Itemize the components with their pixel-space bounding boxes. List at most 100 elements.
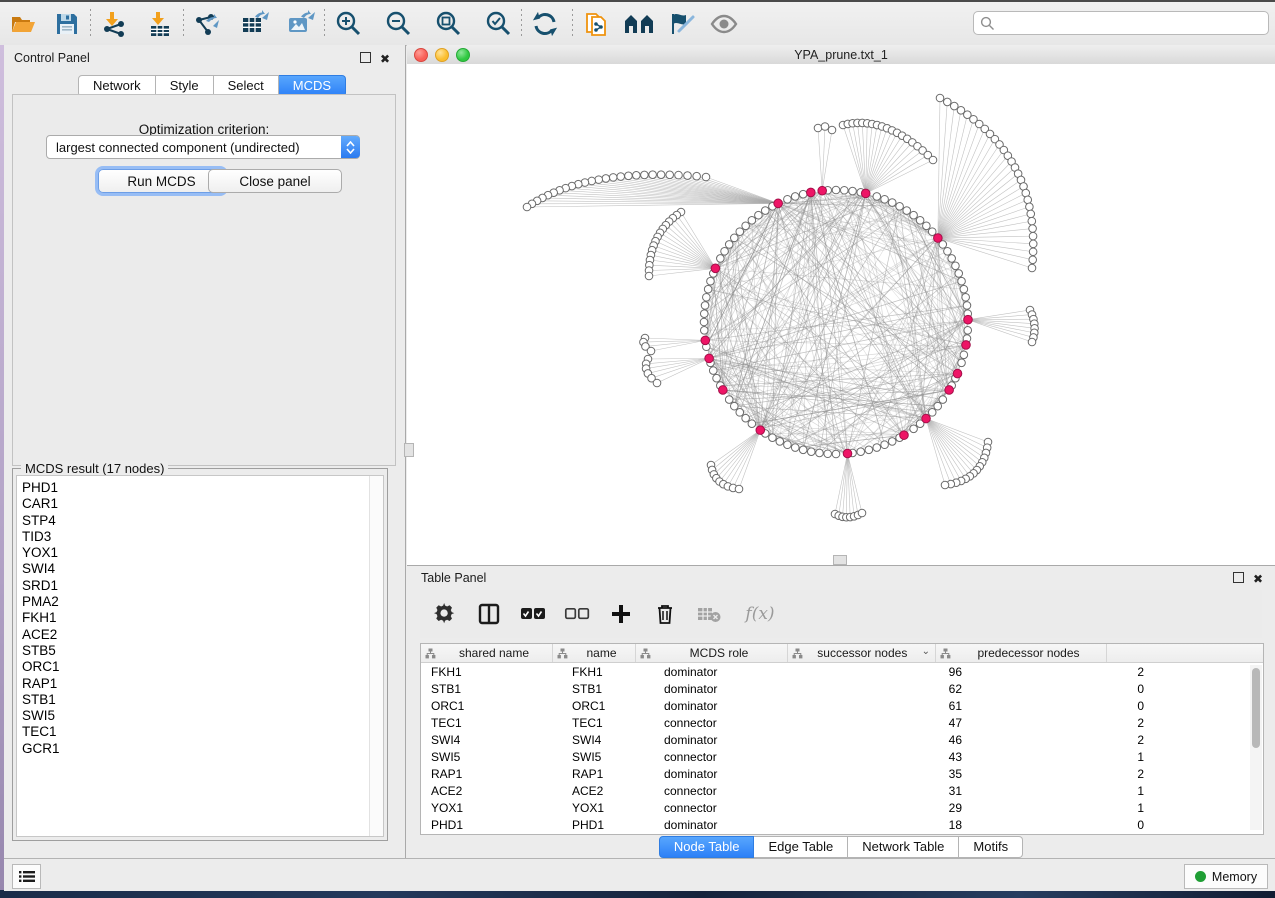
mcds-list-scrollbar[interactable] — [369, 476, 383, 836]
export-image-button[interactable] — [284, 7, 318, 41]
cell-successor_nodes[interactable]: 47 — [815, 716, 974, 730]
table-row[interactable]: TEC1TEC1connector472 — [421, 714, 1263, 731]
column-header-MCDS-role[interactable]: MCDS role — [636, 644, 788, 662]
mcds-result-item[interactable]: STP4 — [17, 513, 383, 529]
cell-shared_name[interactable]: PHD1 — [421, 818, 562, 832]
cell-predecessor_nodes[interactable]: 2 — [974, 716, 1152, 730]
function-builder-button[interactable]: f(x) — [738, 599, 782, 629]
table-row[interactable]: ORC1ORC1dominator610 — [421, 697, 1263, 714]
criterion-dropdown[interactable]: largest connected component (undirected) — [46, 135, 360, 159]
horizontal-splitter-handle[interactable] — [833, 555, 847, 565]
float-panel-button[interactable] — [360, 52, 371, 65]
cell-successor_nodes[interactable]: 96 — [815, 665, 974, 679]
tab-node-table[interactable]: Node Table — [659, 836, 755, 858]
cell-predecessor_nodes[interactable]: 2 — [974, 767, 1152, 781]
mcds-result-item[interactable]: ACE2 — [17, 627, 383, 643]
mcds-result-item[interactable]: SRD1 — [17, 578, 383, 594]
cell-mcds_role[interactable]: connector — [654, 716, 815, 730]
import-network-button[interactable] — [97, 7, 131, 41]
table-row[interactable]: STB1STB1dominator620 — [421, 680, 1263, 697]
zoom-fit-button[interactable] — [431, 7, 465, 41]
mcds-result-item[interactable]: GCR1 — [17, 741, 383, 757]
cell-successor_nodes[interactable]: 31 — [815, 784, 974, 798]
refresh-layout-button[interactable] — [528, 7, 562, 41]
minimize-window-button[interactable] — [435, 48, 449, 62]
cell-shared_name[interactable]: FKH1 — [421, 665, 562, 679]
import-table-button[interactable] — [143, 7, 177, 41]
cell-successor_nodes[interactable]: 43 — [815, 750, 974, 764]
cell-shared_name[interactable]: RAP1 — [421, 767, 562, 781]
cell-mcds_role[interactable]: connector — [654, 784, 815, 798]
mcds-result-item[interactable]: YOX1 — [17, 545, 383, 561]
table-row[interactable]: YOX1YOX1connector291 — [421, 799, 1263, 816]
table-row[interactable]: FKH1FKH1dominator962 — [421, 663, 1263, 680]
delete-button[interactable] — [650, 599, 680, 629]
cell-shared_name[interactable]: SWI5 — [421, 750, 562, 764]
mcds-result-item[interactable]: TID3 — [17, 529, 383, 545]
close-table-panel-button[interactable]: ✖ — [1253, 573, 1263, 585]
column-header-shared-name[interactable]: shared name — [421, 644, 553, 662]
table-row[interactable]: SWI5SWI5connector431 — [421, 748, 1263, 765]
table-scrollbar[interactable] — [1250, 665, 1262, 830]
mcds-result-item[interactable]: FKH1 — [17, 610, 383, 626]
cell-mcds_role[interactable]: dominator — [654, 682, 815, 696]
deselect-all-button[interactable] — [562, 599, 592, 629]
cell-predecessor_nodes[interactable]: 2 — [974, 733, 1152, 747]
cell-mcds_role[interactable]: dominator — [654, 733, 815, 747]
cell-name[interactable]: TEC1 — [562, 716, 654, 730]
tab-network-table[interactable]: Network Table — [848, 836, 959, 858]
first-neighbors-button[interactable] — [623, 7, 657, 41]
cell-name[interactable]: RAP1 — [562, 767, 654, 781]
column-header-predecessor-nodes[interactable]: predecessor nodes — [936, 644, 1107, 662]
maximize-window-button[interactable] — [456, 48, 470, 62]
cell-shared_name[interactable]: SWI4 — [421, 733, 562, 747]
table-row[interactable]: ACE2ACE2connector311 — [421, 782, 1263, 799]
tab-motifs[interactable]: Motifs — [959, 836, 1023, 858]
cell-name[interactable]: ORC1 — [562, 699, 654, 713]
memory-button[interactable]: Memory — [1184, 864, 1268, 889]
cell-predecessor_nodes[interactable]: 1 — [974, 750, 1152, 764]
gear-button[interactable] — [430, 599, 460, 629]
close-panel-button[interactable]: ✖ — [380, 53, 390, 65]
share-document-button[interactable] — [579, 7, 613, 41]
cell-successor_nodes[interactable]: 61 — [815, 699, 974, 713]
cell-shared_name[interactable]: TEC1 — [421, 716, 562, 730]
mcds-result-item[interactable]: CAR1 — [17, 496, 383, 512]
cell-predecessor_nodes[interactable]: 0 — [974, 818, 1152, 832]
cell-shared_name[interactable]: STB1 — [421, 682, 562, 696]
cell-name[interactable]: STB1 — [562, 682, 654, 696]
network-canvas[interactable] — [407, 64, 1275, 565]
cell-successor_nodes[interactable]: 46 — [815, 733, 974, 747]
cell-predecessor_nodes[interactable]: 1 — [974, 784, 1152, 798]
table-row[interactable]: RAP1RAP1dominator352 — [421, 765, 1263, 782]
cell-name[interactable]: FKH1 — [562, 665, 654, 679]
cell-shared_name[interactable]: ACE2 — [421, 784, 562, 798]
export-network-button[interactable] — [190, 7, 224, 41]
cell-successor_nodes[interactable]: 18 — [815, 818, 974, 832]
mcds-result-item[interactable]: RAP1 — [17, 676, 383, 692]
cell-successor_nodes[interactable]: 35 — [815, 767, 974, 781]
delete-table-button[interactable] — [694, 599, 724, 629]
open-session-button[interactable] — [6, 7, 40, 41]
cell-successor_nodes[interactable]: 62 — [815, 682, 974, 696]
search-field[interactable] — [973, 11, 1269, 35]
cell-mcds_role[interactable]: connector — [654, 801, 815, 815]
cell-shared_name[interactable]: ORC1 — [421, 699, 562, 713]
zoom-selected-button[interactable] — [481, 7, 515, 41]
cell-mcds_role[interactable]: dominator — [654, 665, 815, 679]
close-window-button[interactable] — [414, 48, 428, 62]
column-header-name[interactable]: name — [553, 644, 636, 662]
tab-edge-table[interactable]: Edge Table — [754, 836, 848, 858]
task-history-button[interactable] — [12, 864, 41, 889]
cell-mcds_role[interactable]: dominator — [654, 699, 815, 713]
run-mcds-button[interactable]: Run MCDS — [98, 169, 225, 193]
mcds-result-item[interactable]: SWI5 — [17, 708, 383, 724]
cell-shared_name[interactable]: YOX1 — [421, 801, 562, 815]
zoom-in-button[interactable] — [331, 7, 365, 41]
cell-name[interactable]: PHD1 — [562, 818, 654, 832]
cell-mcds_role[interactable]: connector — [654, 750, 815, 764]
table-row[interactable]: SWI4SWI4dominator462 — [421, 731, 1263, 748]
cell-mcds_role[interactable]: dominator — [654, 818, 815, 832]
mcds-result-item[interactable]: STB1 — [17, 692, 383, 708]
cell-successor_nodes[interactable]: 29 — [815, 801, 974, 815]
